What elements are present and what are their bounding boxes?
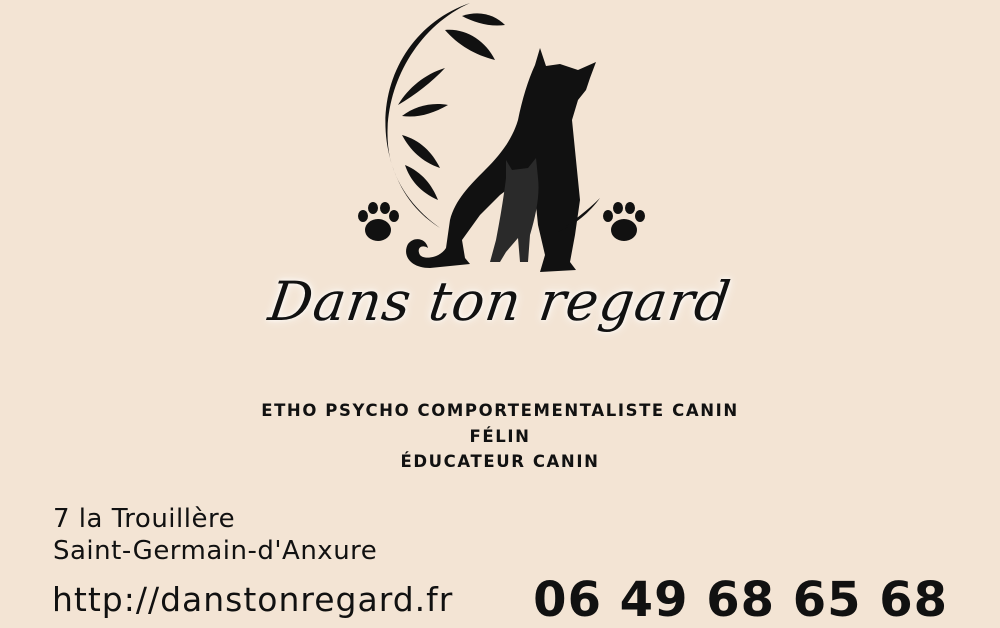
logo-dog-cat-silhouette-icon	[358, 3, 645, 272]
paw-print-icon	[603, 202, 645, 241]
roles-list: ETHO PSYCHO COMPORTEMENTALISTE CANIN FÉL…	[0, 398, 1000, 475]
website-link[interactable]: http://danstonregard.fr	[52, 580, 453, 620]
address-line1: 7 la Trouillère	[53, 504, 236, 534]
role-line: FÉLIN	[469, 426, 531, 446]
phone-number[interactable]: 06 49 68 65 68	[533, 572, 948, 628]
address-block: 7 la Trouillère Saint-Germain-d'Anxure	[53, 503, 377, 567]
address-line2: Saint-Germain-d'Anxure	[53, 536, 378, 566]
brand-name: Dans ton regard	[264, 270, 736, 333]
paw-print-icon	[358, 202, 399, 241]
role-line: ETHO PSYCHO COMPORTEMENTALISTE CANIN	[261, 401, 739, 420]
role-line: ÉDUCATEUR CANIN	[400, 452, 600, 471]
